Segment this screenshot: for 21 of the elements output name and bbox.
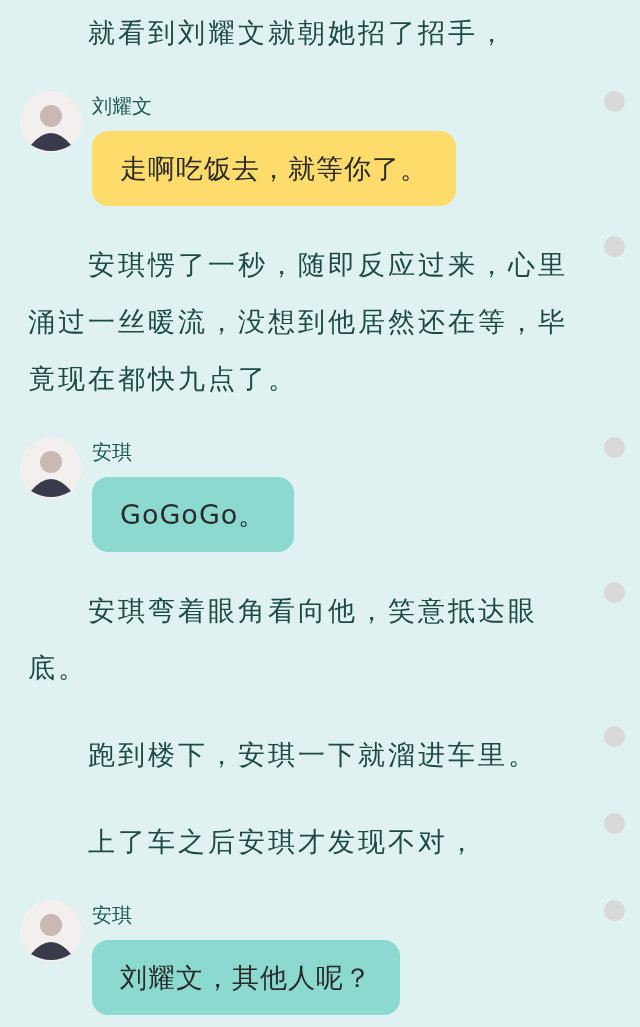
comment-dot[interactable] [604,437,625,458]
message-bubble: 走啊吃饭去，就等你了。 [92,131,456,206]
comment-dot[interactable] [604,900,625,921]
story-paragraph: 就看到刘耀文就朝她招了招手， [87,16,509,50]
avatar [20,437,82,499]
speaker-name: 刘耀文 [92,93,152,120]
message-bubble: GoGoGo。 [92,477,295,552]
avatar [20,91,82,153]
comment-dot[interactable] [604,236,625,257]
avatar [20,900,82,962]
comment-dot[interactable] [604,582,625,603]
comment-dot[interactable] [604,726,625,747]
speaker-name: 安琪 [92,439,132,466]
story-paragraph: 跑到楼下，安琪一下就溜进车里。 [87,738,539,772]
message-bubble: 刘耀文，其他人呢？ [92,940,400,1015]
story-paragraph: 安琪弯着眼角看向他，笑意抵达眼底。 [28,594,539,685]
story-paragraph: 上了车之后安琪才发现不对， [87,825,479,859]
speaker-name: 安琪 [92,902,132,929]
comment-dot[interactable] [604,91,625,112]
story-paragraph: 安琪愣了一秒，随即反应过来，心里涌过一丝暖流，没想到他居然还在等，毕竟现在都快九点了。 [28,248,569,396]
comment-dot[interactable] [604,813,625,834]
